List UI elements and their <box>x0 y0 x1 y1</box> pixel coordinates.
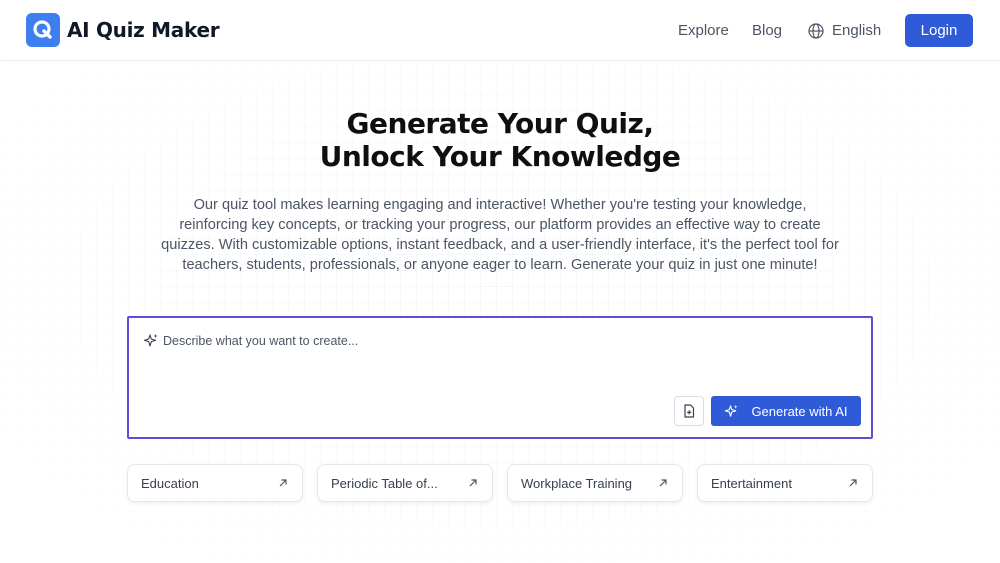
hero-title-line-1: Generate Your Quiz, <box>346 107 654 140</box>
nav-explore[interactable]: Explore <box>678 0 729 61</box>
language-selector[interactable]: English <box>808 0 881 61</box>
suggestion-chip-workplace-training[interactable]: Workplace Training <box>507 464 683 502</box>
brand-logo[interactable]: AI Quiz Maker <box>26 13 220 47</box>
generate-with-ai-button[interactable]: Generate with AI <box>711 396 861 426</box>
prompt-box: Generate with AI <box>127 316 873 439</box>
file-plus-icon <box>684 404 695 418</box>
hero-title: Generate Your Quiz, Unlock Your Knowledg… <box>0 107 1000 173</box>
suggestion-chip-periodic-table[interactable]: Periodic Table of... <box>317 464 493 502</box>
upload-file-button[interactable] <box>674 396 704 426</box>
hero-description: Our quiz tool makes learning engaging an… <box>161 197 839 273</box>
sparkle-icon <box>725 404 739 417</box>
language-label: English <box>832 22 882 39</box>
suggestion-chip-entertainment[interactable]: Entertainment <box>697 464 873 502</box>
chip-label: Entertainment <box>711 475 792 491</box>
arrow-up-right-icon <box>469 479 477 487</box>
login-button[interactable]: Login <box>905 14 973 47</box>
suggestion-chip-education[interactable]: Education <box>127 464 303 502</box>
hero-title-line-2: Unlock Your Knowledge <box>319 140 681 173</box>
brand-name: AI Quiz Maker <box>67 18 220 42</box>
arrow-up-right-icon <box>849 479 857 487</box>
arrow-up-right-icon <box>659 479 667 487</box>
prompt-input[interactable] <box>163 331 683 351</box>
sparkle-icon <box>143 333 159 354</box>
chip-label: Workplace Training <box>521 475 633 491</box>
top-header: AI Quiz Maker Explore Blog English Login <box>0 0 1000 61</box>
arrow-up-right-icon <box>279 479 287 487</box>
generate-label: Generate with AI <box>751 403 848 419</box>
chip-label: Education <box>141 475 199 491</box>
quiz-logo-icon <box>26 13 60 47</box>
nav-blog[interactable]: Blog <box>752 0 782 61</box>
globe-icon <box>808 22 824 39</box>
chip-label: Periodic Table of... <box>331 475 438 491</box>
